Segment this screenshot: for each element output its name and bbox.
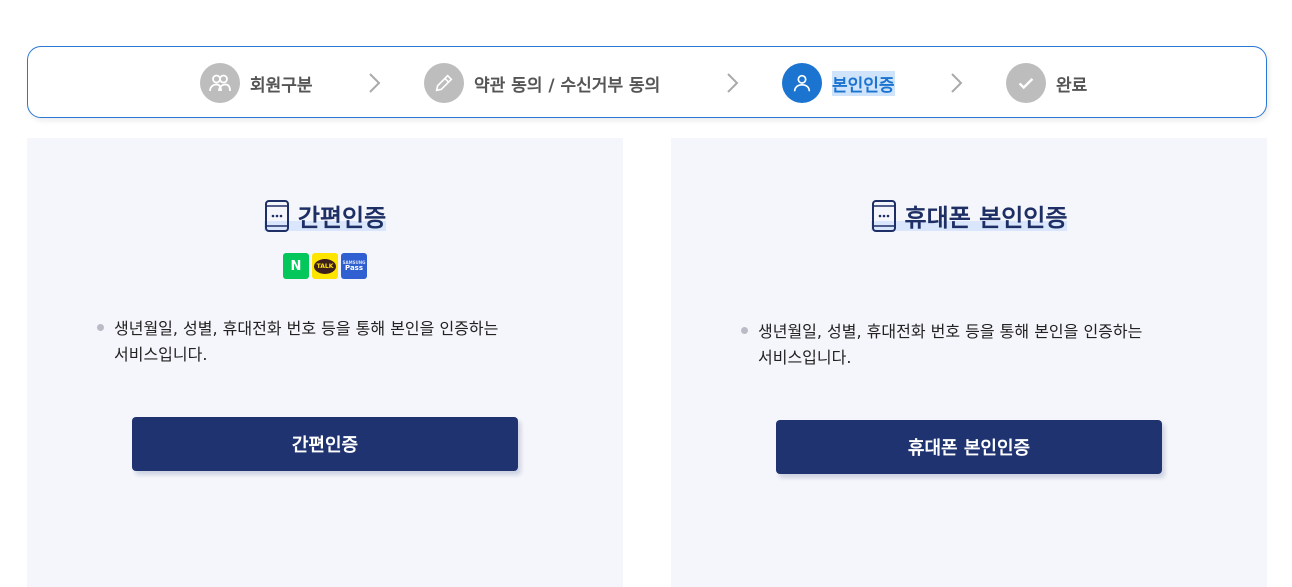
mobile-phone-icon (264, 199, 289, 232)
description-line: 서비스입니다. (758, 348, 852, 367)
pencil-icon (424, 63, 464, 103)
step-label: 본인인증 (832, 70, 895, 96)
phone-auth-button[interactable]: 휴대폰 본인인증 (776, 420, 1162, 474)
provider-badges: N TALK SAMSUNG Pass (27, 253, 623, 279)
step-label: 완료 (1056, 75, 1088, 96)
chevron-right-icon (727, 73, 739, 93)
panel-title-text: 휴대폰 본인인증 (904, 204, 1068, 232)
pass-logo-icon: SAMSUNG Pass (341, 253, 367, 279)
kakao-talk-logo-icon: TALK (312, 253, 338, 279)
panel-description: 생년월일, 성별, 휴대전화 번호 등을 통해 본인을 인증하는 서비스입니다. (97, 316, 567, 368)
user-icon (782, 63, 822, 103)
simple-auth-panel: 간편인증 N TALK SAMSUNG Pass 생년월일, 성별, 휴대전화 … (27, 138, 623, 587)
chevron-right-icon (369, 73, 381, 93)
step-label: 약관 동의 / 수신거부 동의 (474, 75, 661, 96)
description-line: 생년월일, 성별, 휴대전화 번호 등을 통해 본인을 인증하는 (114, 319, 499, 338)
step-verification: 본인인증 (782, 63, 895, 103)
bullet-icon (97, 324, 104, 331)
step-label: 회원구분 (250, 75, 313, 96)
check-icon (1006, 63, 1046, 103)
step-terms: 약관 동의 / 수신거부 동의 (424, 63, 660, 103)
mobile-phone-icon (871, 199, 896, 232)
signup-stepper: 회원구분 약관 동의 / 수신거부 동의 본인인증 완료 (27, 46, 1267, 118)
phone-auth-panel: 휴대폰 본인인증 생년월일, 성별, 휴대전화 번호 등을 통해 본인을 인증하… (671, 138, 1267, 587)
step-complete: 완료 (1006, 63, 1087, 103)
users-icon (200, 63, 240, 103)
simple-auth-button[interactable]: 간편인증 (132, 417, 518, 471)
panel-title-text: 간편인증 (297, 204, 387, 232)
panel-title: 간편인증 (27, 198, 623, 233)
naver-logo-icon: N (283, 253, 309, 279)
step-member-type: 회원구분 (200, 63, 313, 103)
description-line: 서비스입니다. (114, 345, 208, 364)
panel-title: 휴대폰 본인인증 (671, 198, 1267, 233)
bullet-icon (741, 327, 748, 334)
description-line: 생년월일, 성별, 휴대전화 번호 등을 통해 본인을 인증하는 (758, 322, 1143, 341)
chevron-right-icon (951, 73, 963, 93)
panel-description: 생년월일, 성별, 휴대전화 번호 등을 통해 본인을 인증하는 서비스입니다. (741, 319, 1211, 371)
